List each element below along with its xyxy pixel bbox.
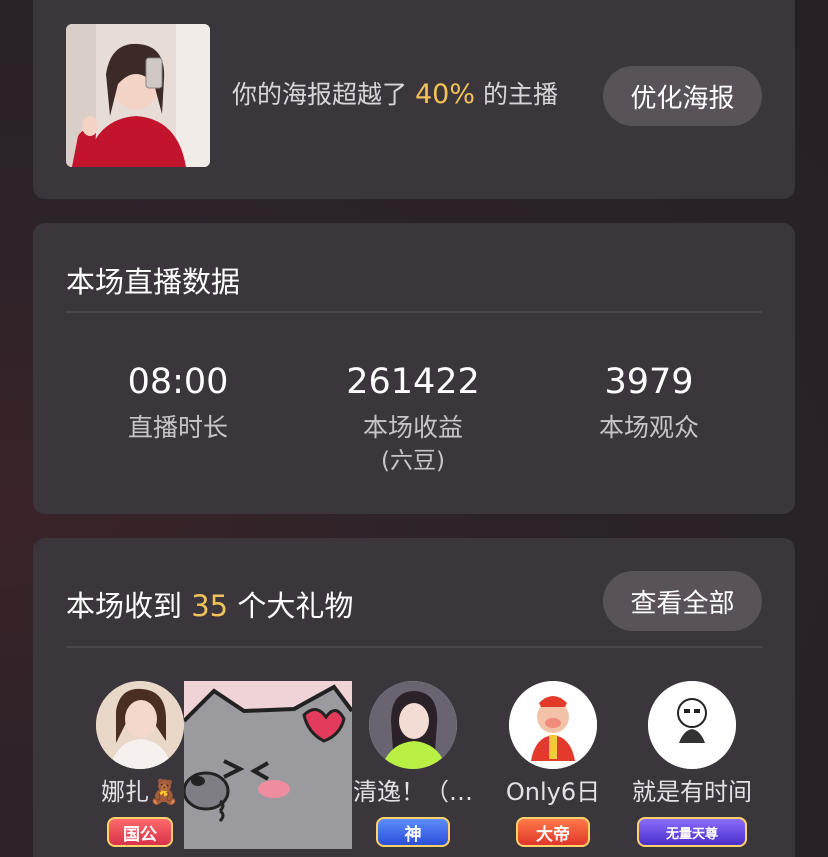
gifter-name: 清逸！（… (353, 778, 473, 806)
stats-title: 本场直播数据 (66, 265, 241, 299)
gifts-count: 35 (191, 589, 229, 623)
rank-badge: 大帝 (516, 817, 590, 847)
poster-card: 你的海报超越了 40% 的主播 优化海报 (33, 0, 795, 199)
rank-badge: 神 (376, 817, 450, 847)
stat-earnings: 261422 本场收益 (六豆) (303, 361, 523, 477)
poster-thumbnail[interactable] (66, 24, 210, 167)
gifter-name: 就是有时间 (632, 778, 752, 806)
gifts-title: 本场收到 35 个大礼物 (66, 583, 353, 625)
stat-unit: (六豆) (381, 448, 445, 474)
gifter-item[interactable]: 清逸！（… 神 (338, 681, 488, 847)
live-stats-card: 本场直播数据 08:00 直播时长 261422 本场收益 (六豆) 3979 … (33, 223, 795, 514)
gifter-item[interactable]: 就是有时间 无量天尊 (617, 681, 767, 847)
rank-badge: 国公 (107, 817, 173, 847)
avatar[interactable] (648, 681, 736, 769)
stat-viewers: 3979 本场观众 (539, 361, 759, 445)
gifter-name: Only6日 (505, 778, 601, 806)
avatar[interactable] (96, 681, 184, 769)
divider (66, 311, 762, 313)
stat-duration: 08:00 直播时长 (68, 361, 288, 445)
stat-label: 本场观众 (598, 413, 699, 442)
view-all-button[interactable]: 查看全部 (603, 571, 762, 631)
gifts-title-after: 个大礼物 (237, 589, 354, 623)
divider (66, 646, 762, 648)
bear-sticker-image (184, 681, 352, 849)
poster-rank-text: 你的海报超越了 40% 的主播 (232, 78, 558, 112)
avatar[interactable] (369, 681, 457, 769)
poster-text-before: 你的海报超越了 (232, 80, 408, 109)
rank-badge: 无量天尊 (637, 817, 747, 847)
stat-value: 08:00 (127, 362, 229, 402)
gifter-item[interactable]: Only6日 大帝 (478, 681, 628, 847)
gifts-card: 本场收到 35 个大礼物 查看全部 娜扎🧸 国公 清逸！（… 神 Only6日 … (33, 538, 795, 857)
stat-label: 直播时长 (127, 413, 228, 442)
stat-value: 261422 (346, 362, 480, 402)
optimize-poster-button[interactable]: 优化海报 (603, 66, 762, 126)
avatar[interactable] (509, 681, 597, 769)
stat-value: 3979 (604, 362, 694, 402)
gifts-title-before: 本场收到 (66, 589, 183, 623)
poster-text-after: 的主播 (482, 80, 558, 109)
poster-percent: 40% (414, 79, 475, 110)
stat-label: 本场收益 (362, 413, 463, 442)
